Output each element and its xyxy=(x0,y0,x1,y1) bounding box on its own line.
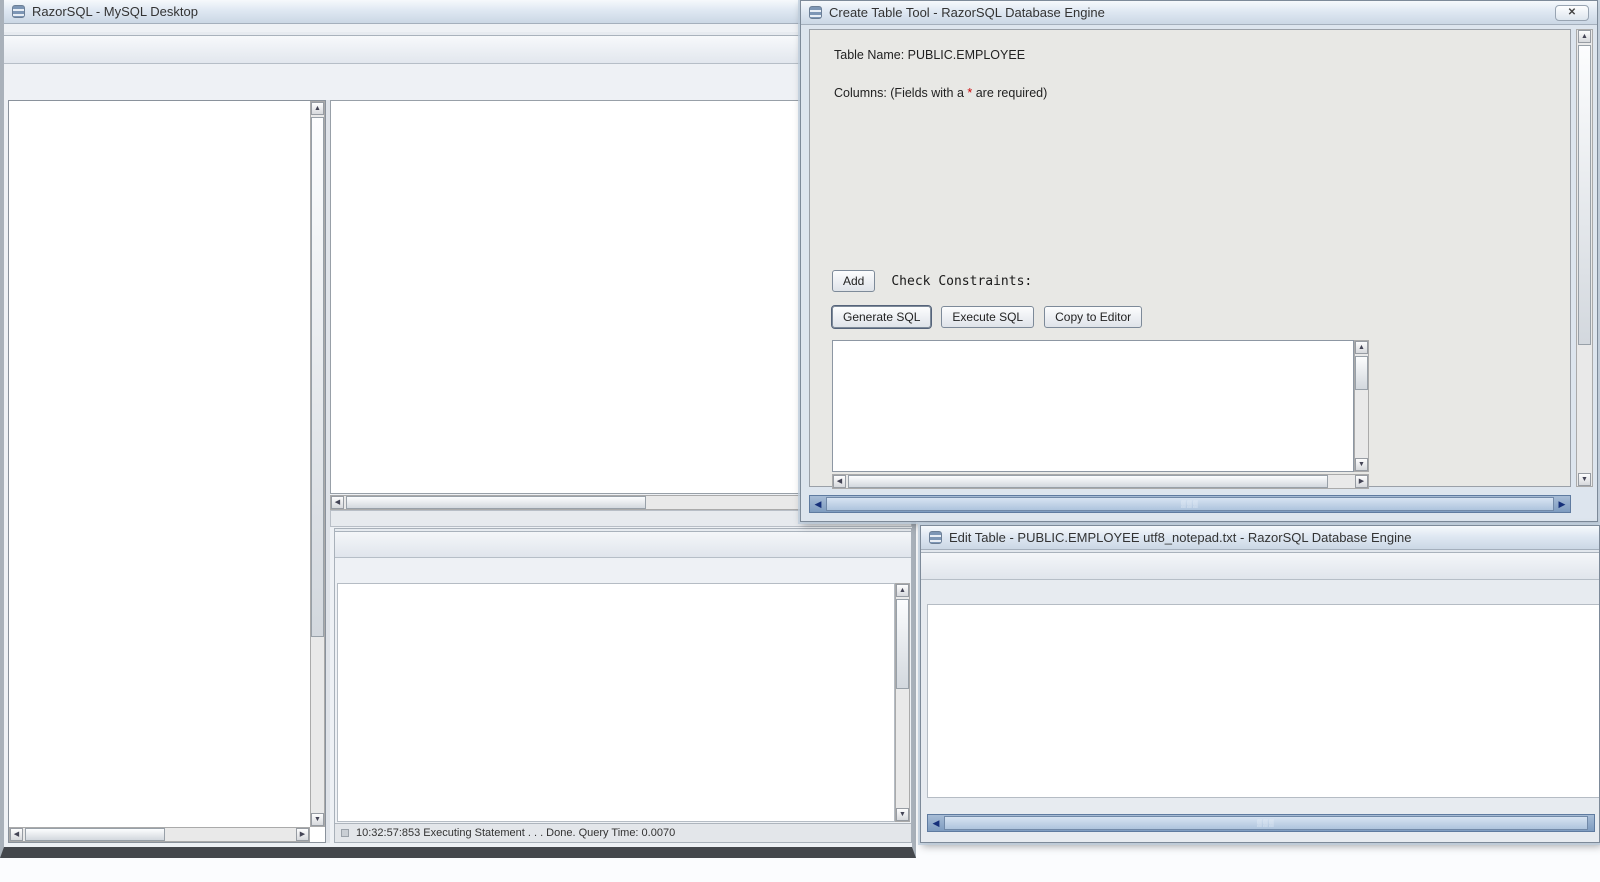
scroll-down-icon[interactable]: ▼ xyxy=(896,808,909,821)
main-title-bar[interactable]: RazorSQL - MySQL Desktop xyxy=(4,0,912,24)
table-name-label: Table Name: PUBLIC.EMPLOYEE xyxy=(834,48,1026,62)
create-window-vertical-scrollbar[interactable]: ▲ ▼ xyxy=(1576,29,1593,487)
editor-hscroll-thumb[interactable] xyxy=(346,496,646,509)
generated-sql-output[interactable] xyxy=(832,340,1354,472)
scroll-up-icon[interactable]: ▲ xyxy=(1355,341,1368,354)
main-window-title: RazorSQL - MySQL Desktop xyxy=(32,4,198,19)
edit-table-toolbar xyxy=(921,553,1599,580)
scroll-down-icon[interactable]: ▼ xyxy=(1578,473,1591,486)
scroll-up-icon[interactable]: ▲ xyxy=(896,584,909,597)
edit-table-title-bar[interactable]: Edit Table - PUBLIC.EMPLOYEE utf8_notepa… xyxy=(921,526,1599,550)
close-icon[interactable]: ✕ xyxy=(1555,4,1589,21)
tree-vertical-scrollbar[interactable]: ▲ ▼ xyxy=(310,101,325,827)
tree-vscroll-thumb[interactable] xyxy=(311,117,324,637)
execute-sql-button[interactable]: Execute SQL xyxy=(941,306,1035,328)
sqlout-vscroll-thumb[interactable] xyxy=(1355,356,1368,390)
results-vscroll-thumb[interactable] xyxy=(896,599,909,689)
generate-sql-button[interactable]: Generate SQL xyxy=(830,305,933,329)
tree-hscroll-thumb[interactable] xyxy=(25,828,165,841)
results-status-bar: 10:32:57:853 Executing Statement . . . D… xyxy=(335,823,911,842)
main-toolbar xyxy=(4,36,912,64)
create-vscroll-thumb[interactable] xyxy=(1578,45,1591,345)
add-column-button[interactable]: Add xyxy=(832,270,876,292)
create-table-title-bar[interactable]: Create Table Tool - RazorSQL Database En… xyxy=(801,1,1597,25)
scroll-left-icon[interactable]: ◀ xyxy=(811,498,825,511)
razorsql-app-icon xyxy=(929,531,942,544)
scroll-left-icon[interactable]: ◀ xyxy=(331,496,344,509)
sqlout-vertical-scrollbar[interactable]: ▲ ▼ xyxy=(1354,340,1369,472)
desktop: RazorSQL - MySQL Desktop ▲ ▼ ◀ ▶ ◀ ▶ xyxy=(0,0,1600,882)
edit-table-window-title: Edit Table - PUBLIC.EMPLOYEE utf8_notepa… xyxy=(949,530,1412,545)
razorsql-app-icon xyxy=(12,5,25,18)
tree-horizontal-scrollbar[interactable]: ◀ ▶ xyxy=(9,827,310,842)
scroll-up-icon[interactable]: ▲ xyxy=(1578,30,1591,43)
database-tree-panel: ▲ ▼ ◀ ▶ xyxy=(8,100,326,843)
edit-table-window: Edit Table - PUBLIC.EMPLOYEE utf8_notepa… xyxy=(920,525,1600,843)
scroll-right-icon[interactable]: ▶ xyxy=(1555,498,1569,511)
sqlout-horizontal-scrollbar[interactable]: ◀ ▶ xyxy=(832,474,1369,489)
sqlout-hscroll-thumb[interactable] xyxy=(848,475,1328,488)
results-toolbar xyxy=(335,532,911,558)
edit-window-horizontal-scrollbar[interactable]: ◀ ▒▒▒ xyxy=(927,814,1595,832)
main-window: RazorSQL - MySQL Desktop ▲ ▼ ◀ ▶ ◀ ▶ xyxy=(0,0,916,858)
scroll-down-icon[interactable]: ▼ xyxy=(311,813,324,826)
scroll-up-icon[interactable]: ▲ xyxy=(311,102,324,115)
scroll-right-icon[interactable]: ▶ xyxy=(1355,475,1368,488)
check-constraints-label: Check Constraints: xyxy=(891,273,1033,289)
copy-to-editor-button[interactable]: Copy to Editor xyxy=(1044,306,1143,328)
scroll-left-icon[interactable]: ◀ xyxy=(833,475,846,488)
create-window-horizontal-scrollbar[interactable]: ◀ ▒▒▒ ▶ xyxy=(809,495,1571,513)
results-status-text: 10:32:57:853 Executing Statement . . . D… xyxy=(356,827,676,839)
razorsql-app-icon xyxy=(809,6,822,19)
scroll-left-icon[interactable]: ◀ xyxy=(10,828,23,841)
results-vertical-scrollbar[interactable]: ▲ ▼ xyxy=(895,583,910,822)
create-hscroll-thumb[interactable]: ▒▒▒ xyxy=(826,497,1554,511)
status-indicator-icon xyxy=(341,829,349,837)
scroll-down-icon[interactable]: ▼ xyxy=(1355,458,1368,471)
create-table-content: Table Name: PUBLIC.EMPLOYEE Columns: (Fi… xyxy=(809,29,1571,489)
edit-hscroll-thumb[interactable]: ▒▒▒ xyxy=(944,816,1588,830)
scroll-right-icon[interactable]: ▶ xyxy=(296,828,309,841)
database-tree xyxy=(10,102,309,827)
menu-bar xyxy=(4,24,912,32)
create-table-window-title: Create Table Tool - RazorSQL Database En… xyxy=(829,5,1105,20)
scroll-left-icon[interactable]: ◀ xyxy=(929,817,943,830)
query-results-panel: ▲ ▼ 10:32:57:853 Executing Statement . .… xyxy=(334,528,912,843)
columns-note: Columns: (Fields with a * are required) xyxy=(834,86,1048,100)
create-table-window: Create Table Tool - RazorSQL Database En… xyxy=(800,0,1598,522)
